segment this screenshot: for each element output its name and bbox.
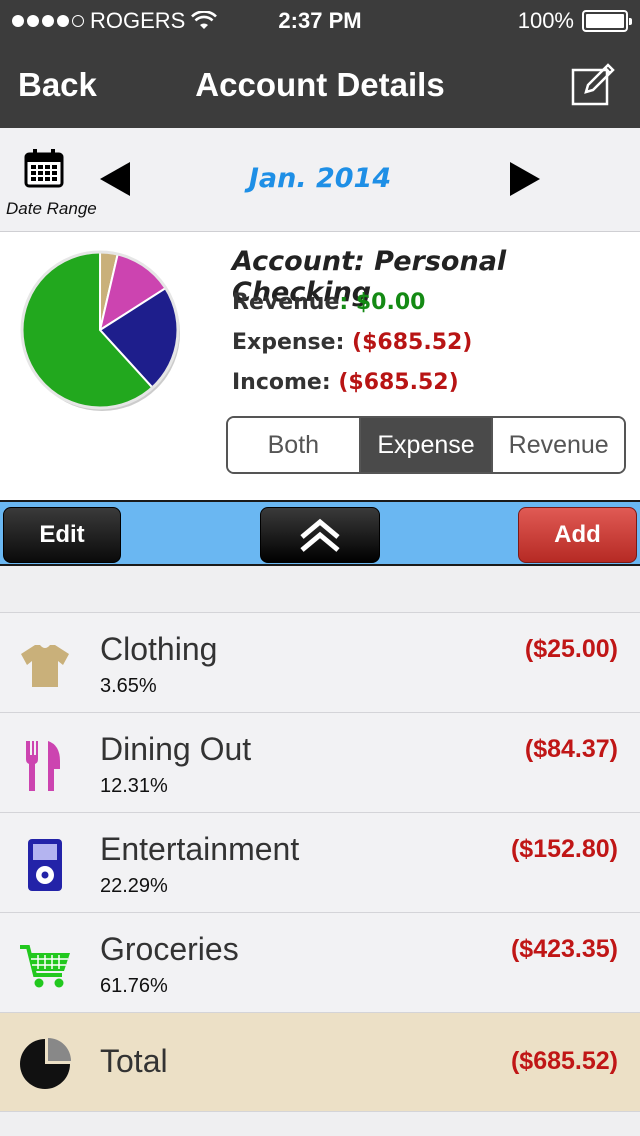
list-item-clothing[interactable]: Clothing 3.65% ($25.00) — [0, 612, 640, 712]
category-amount: ($423.35) — [510, 935, 618, 963]
total-label: Total — [100, 1043, 168, 1079]
segment-expense[interactable]: Expense — [360, 418, 494, 472]
action-toolbar: Edit Add — [0, 500, 640, 566]
list-item-groceries[interactable]: Groceries 61.76% ($423.35) — [0, 912, 640, 1012]
category-list: Clothing 3.65% ($25.00) Dining Out 12.31… — [0, 612, 640, 1112]
date-range-label[interactable]: Date Range — [6, 199, 97, 219]
segment-both[interactable]: Both — [228, 418, 361, 472]
double-chevron-up-icon — [300, 518, 340, 552]
shopping-cart-icon — [20, 945, 70, 988]
category-amount: ($84.37) — [524, 735, 618, 763]
revenue-label: Revenue — [232, 290, 340, 315]
revenue-value: $0.00 — [355, 290, 426, 315]
category-name: Groceries — [100, 931, 239, 967]
utensils-icon — [26, 741, 60, 791]
battery-percent: 100% — [517, 8, 574, 33]
income-label: Income: — [232, 370, 331, 395]
next-month-icon[interactable] — [510, 162, 540, 196]
income-line: Income: ($685.52) — [232, 370, 459, 395]
category-amount: ($25.00) — [524, 635, 618, 663]
list-item-dining-out[interactable]: Dining Out 12.31% ($84.37) — [0, 712, 640, 812]
battery-icon — [582, 10, 632, 32]
navigation-bar: Back Account Details — [0, 40, 640, 128]
total-amount: ($685.52) — [510, 1047, 618, 1075]
account-summary: Account: Personal Checking Revenue: $0.0… — [0, 232, 640, 500]
revenue-line: Revenue: $0.00 — [232, 290, 426, 315]
battery-group: 100% — [517, 8, 632, 34]
shirt-icon — [21, 645, 69, 687]
expense-label: Expense: — [232, 330, 345, 355]
list-item-entertainment[interactable]: Entertainment 22.29% ($152.80) — [0, 812, 640, 912]
category-percent: 61.76% — [100, 975, 168, 997]
total-row: Total ($685.52) — [0, 1012, 640, 1112]
category-name: Entertainment — [100, 831, 300, 867]
status-bar: ROGERS 2:37 PM 100% — [0, 0, 640, 40]
collapse-button[interactable] — [260, 507, 380, 563]
category-name: Dining Out — [100, 731, 252, 767]
page-title: Account Details — [195, 66, 445, 103]
type-filter-segmented-control: Both Expense Revenue — [226, 416, 626, 474]
income-value: ($685.52) — [338, 370, 459, 395]
category-percent: 12.31% — [100, 775, 168, 797]
music-player-icon — [28, 839, 62, 891]
edit-button[interactable]: Edit — [3, 507, 121, 563]
compose-icon[interactable] — [570, 60, 618, 108]
category-percent: 22.29% — [100, 875, 168, 897]
expense-pie-chart — [20, 250, 180, 411]
expense-line: Expense: ($685.52) — [232, 330, 472, 355]
category-amount: ($152.80) — [510, 835, 618, 863]
category-name: Clothing — [100, 631, 218, 667]
expense-value: ($685.52) — [352, 330, 473, 355]
date-range-bar: Date Range Jan. 2014 — [0, 128, 640, 232]
segment-revenue[interactable]: Revenue — [493, 418, 624, 472]
category-percent: 3.65% — [100, 675, 157, 697]
top-bar: ROGERS 2:37 PM 100% Back Account Details — [0, 0, 640, 128]
pie-chart-icon — [20, 1038, 71, 1089]
current-month: Jan. 2014 — [248, 163, 392, 194]
add-button[interactable]: Add — [518, 507, 637, 563]
